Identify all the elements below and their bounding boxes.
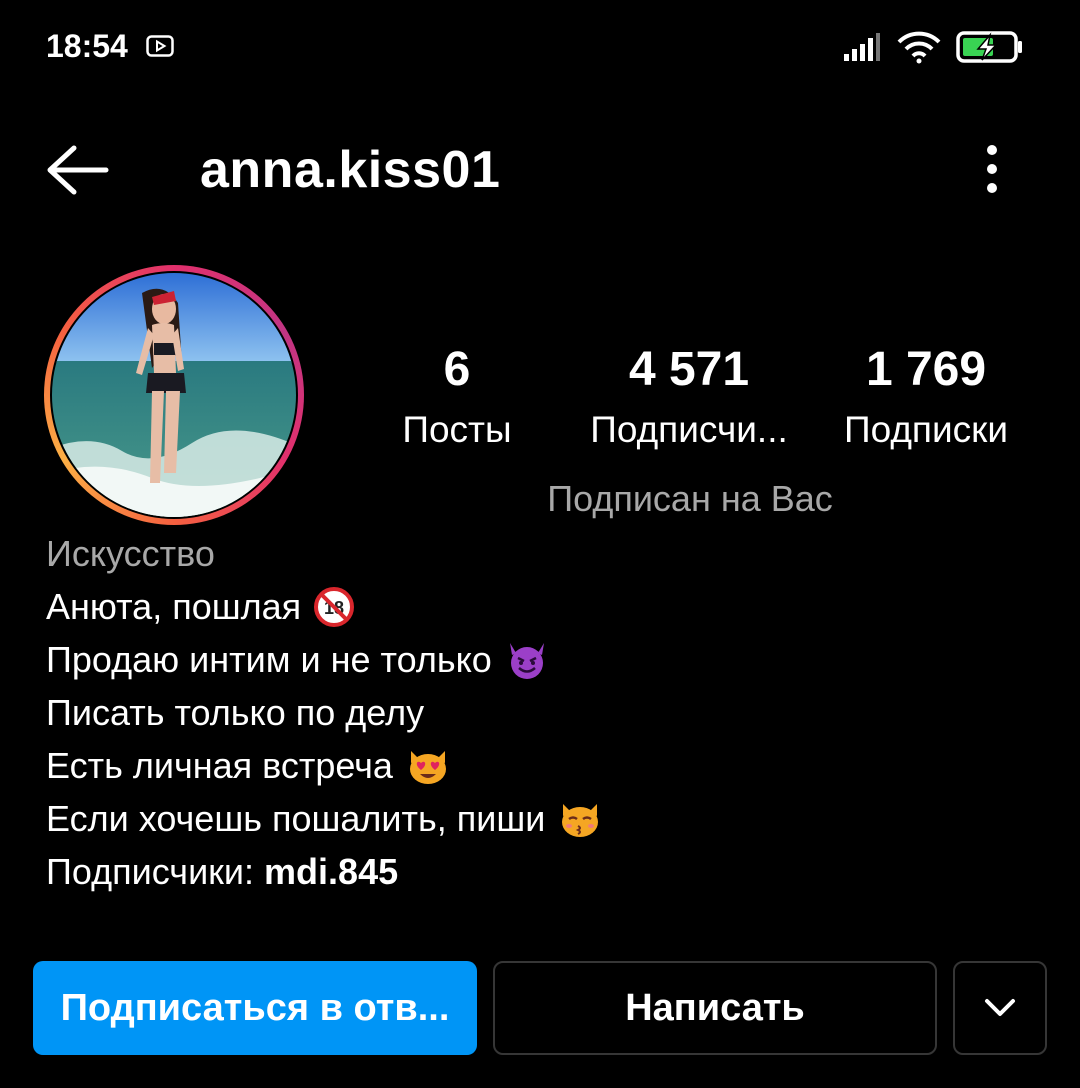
profile-username: anna.kiss01 [200,141,501,199]
signal-icon [844,33,880,61]
kissing-cat-icon [562,803,599,837]
bio-line: Подписчики: mdi.845 [46,845,603,898]
youtube-notification-icon [146,35,174,57]
stat-posts[interactable]: 6 Посты [327,338,587,456]
suggested-accounts-button[interactable] [953,961,1047,1055]
bio-line: Продаю интим и не только [46,633,603,686]
smiling-devil-icon [509,642,544,679]
followers-count: 4 571 [628,343,750,396]
back-arrow-icon[interactable] [44,142,110,198]
chevron-down-icon [985,999,1015,1016]
bio-line: Писать только по делу [46,692,425,733]
posts-count: 6 [443,343,471,396]
follow-back-button[interactable]: Подписаться в отв... [33,961,477,1055]
profile-category: Искусство [46,533,215,574]
wifi-icon [897,31,941,64]
stat-followers[interactable]: 4 571 Подписчи... [559,338,819,456]
following-label: Подписки [843,409,1008,450]
under-18-icon: 18 [314,586,355,627]
follows-you-label: Подписан на Вас [547,478,833,519]
following-count: 1 769 [865,343,987,396]
more-vertical-icon[interactable] [976,142,1008,198]
bio-line: Если хочешь пошалить, пиши [46,792,603,845]
stat-following[interactable]: 1 769 Подписки [796,338,1056,456]
battery-charging-icon [956,31,1022,63]
followers-label: Подписчи... [590,409,788,450]
avatar[interactable] [44,265,304,525]
profile-bio: Анюта, пошлая 18 Продаю интим и не тольк… [46,580,603,898]
status-time: 18:54 [46,28,128,64]
avatar-photo [52,273,296,517]
message-button[interactable]: Написать [493,961,937,1055]
heart-eyes-cat-icon [409,750,446,784]
posts-label: Посты [402,409,512,450]
bio-line: Есть личная встреча [46,739,603,792]
mention-link[interactable]: mdi.845 [264,845,398,898]
bio-line: Анюта, пошлая 18 [46,580,603,633]
